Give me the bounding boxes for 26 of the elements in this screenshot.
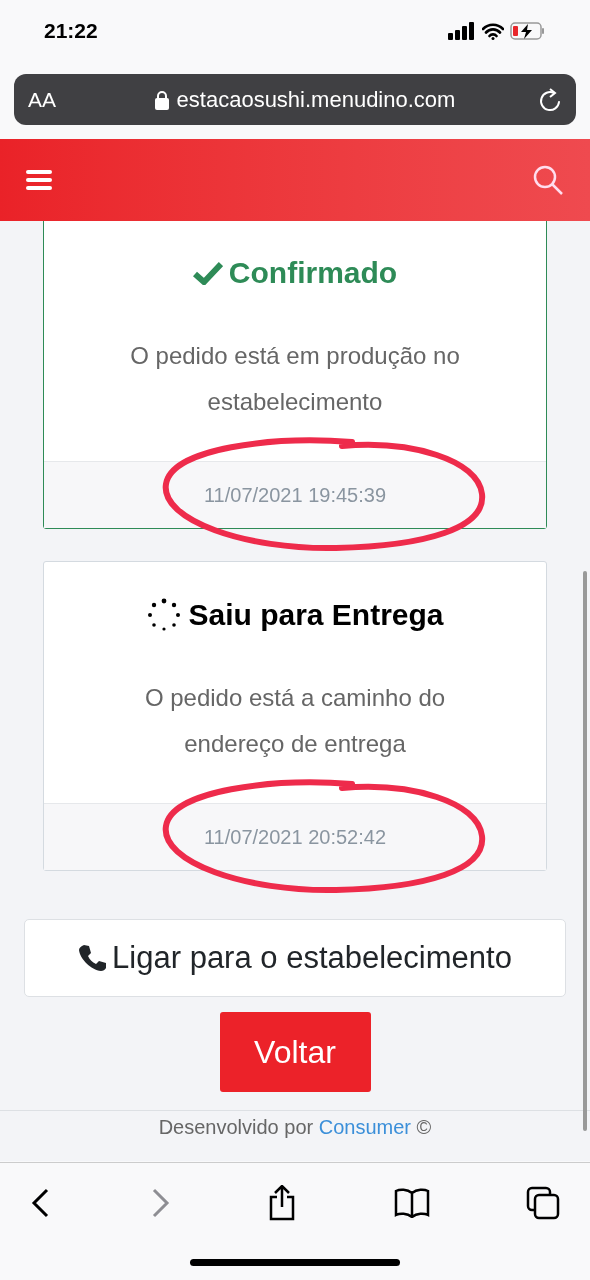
status-description: O pedido está a caminho do endereço de entrega [143, 683, 447, 759]
timestamp: 11/07/2021 20:52:42 [204, 825, 386, 850]
share-icon[interactable] [267, 1185, 297, 1221]
spinner-icon [146, 596, 183, 633]
text-size-button[interactable]: AA [28, 83, 88, 116]
menu-icon[interactable] [26, 169, 52, 191]
lock-icon [154, 89, 169, 110]
book-icon[interactable] [393, 1188, 430, 1218]
url-text: estacaosushi.menudino.com [176, 86, 456, 114]
back-button[interactable]: Voltar [219, 1012, 371, 1092]
tabs-icon[interactable] [526, 1186, 560, 1220]
search-icon[interactable] [532, 164, 564, 196]
call-button[interactable]: Ligar para o estabelecimento [24, 919, 566, 997]
wifi-icon [482, 22, 504, 40]
clock: 21:22 [44, 18, 98, 45]
footer-credit: Desenvolvido por Consumer © [158, 1115, 432, 1139]
phone-icon [78, 944, 107, 972]
status-title: Confirmado [228, 255, 398, 291]
reload-icon[interactable] [538, 86, 562, 113]
check-icon [192, 260, 223, 285]
timestamp: 11/07/2021 19:45:39 [204, 483, 386, 508]
battery-icon [510, 22, 546, 40]
status-title: Saiu para Entrega [188, 597, 444, 633]
address-bar[interactable]: AA estacaosushi.menudino.com [14, 74, 576, 125]
signal-icon [448, 22, 476, 40]
status-description: O pedido está em produção no estabelecimento [129, 341, 461, 417]
